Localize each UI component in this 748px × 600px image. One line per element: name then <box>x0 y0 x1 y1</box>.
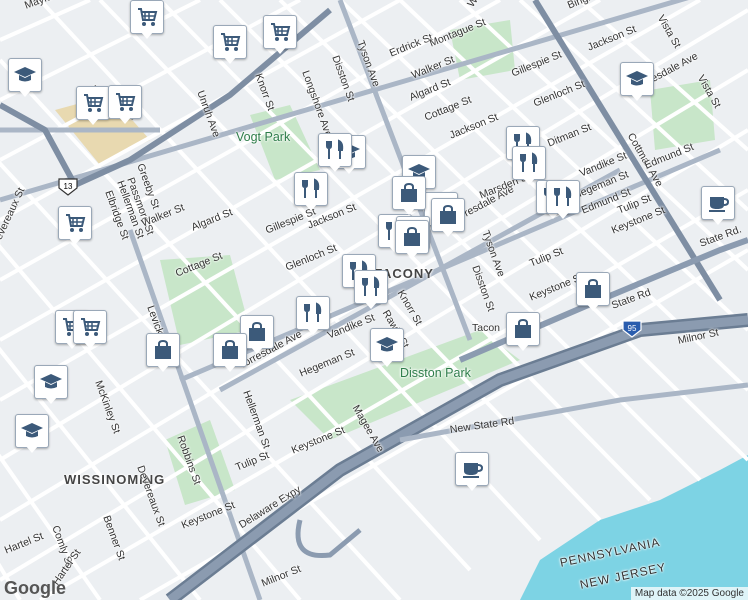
shopping-bag-pin[interactable] <box>146 333 180 373</box>
school-pin[interactable] <box>15 414 49 454</box>
pin-pointer <box>68 237 82 245</box>
shopping-cart-pin[interactable] <box>108 85 142 125</box>
park-label-vogt: Vogt Park <box>236 130 291 144</box>
pin-pointer <box>223 56 237 64</box>
school-pin[interactable] <box>34 365 68 405</box>
i95-number: 95 <box>628 324 637 333</box>
pin-pointer <box>250 346 264 354</box>
restaurant-pin[interactable] <box>354 270 388 310</box>
pin-pointer <box>223 364 237 372</box>
pin-pointer <box>44 396 58 404</box>
shopping-cart-pin[interactable] <box>130 0 164 40</box>
i95-shield: 95 <box>622 320 642 338</box>
pin-pointer <box>402 207 416 215</box>
shopping-bag-pin[interactable] <box>506 312 540 352</box>
pin-pointer <box>556 211 570 219</box>
park-label-disston: Disston Park <box>400 366 471 380</box>
school-pin[interactable] <box>620 62 654 102</box>
shopping-cart-pin[interactable] <box>263 15 297 55</box>
cafe-pin[interactable] <box>455 452 489 492</box>
route-13-shield: 13 <box>58 178 78 196</box>
pin-pointer <box>364 301 378 309</box>
shopping-bag-pin[interactable] <box>392 176 426 216</box>
pin-pointer <box>83 341 97 349</box>
pin-pointer <box>516 343 530 351</box>
place-label-tacony-station: Tacon <box>472 322 501 334</box>
shopping-bag-pin[interactable] <box>395 220 429 260</box>
pin-pointer <box>380 359 394 367</box>
cafe-pin[interactable] <box>701 186 735 226</box>
pin-pointer <box>18 89 32 97</box>
shopping-cart-pin[interactable] <box>213 25 247 65</box>
restaurant-pin[interactable] <box>296 296 330 336</box>
pin-pointer <box>630 93 644 101</box>
pin-pointer <box>273 46 287 54</box>
school-pin[interactable] <box>370 328 404 368</box>
pin-pointer <box>405 251 419 259</box>
pin-pointer <box>586 303 600 311</box>
pin-pointer <box>522 177 536 185</box>
pin-pointer <box>465 483 479 491</box>
pin-pointer <box>118 116 132 124</box>
map-attribution[interactable]: Map data ©2025 Google <box>630 587 748 600</box>
pin-pointer <box>306 327 320 335</box>
pin-pointer <box>86 117 100 125</box>
pin-pointer <box>711 217 725 225</box>
pin-pointer <box>441 229 455 237</box>
pin-pointer <box>156 364 170 372</box>
pin-pointer <box>140 31 154 39</box>
map-canvas[interactable]: TACONY WISSINOMING Vogt Park Disston Par… <box>0 0 748 600</box>
shopping-cart-pin[interactable] <box>76 86 110 126</box>
restaurant-pin[interactable] <box>294 172 328 212</box>
shopping-bag-pin[interactable] <box>213 333 247 373</box>
school-pin[interactable] <box>8 58 42 98</box>
google-logo: Google <box>4 578 66 598</box>
shopping-bag-pin[interactable] <box>431 198 465 238</box>
pin-pointer <box>25 445 39 453</box>
pin-pointer <box>328 164 342 172</box>
shopping-bag-pin[interactable] <box>576 272 610 312</box>
pin-pointer <box>304 203 318 211</box>
restaurant-pin[interactable] <box>546 180 580 220</box>
route-13-number: 13 <box>64 182 73 191</box>
shopping-cart-pin[interactable] <box>73 310 107 350</box>
shopping-cart-pin[interactable] <box>58 206 92 246</box>
restaurant-pin[interactable] <box>318 133 352 173</box>
